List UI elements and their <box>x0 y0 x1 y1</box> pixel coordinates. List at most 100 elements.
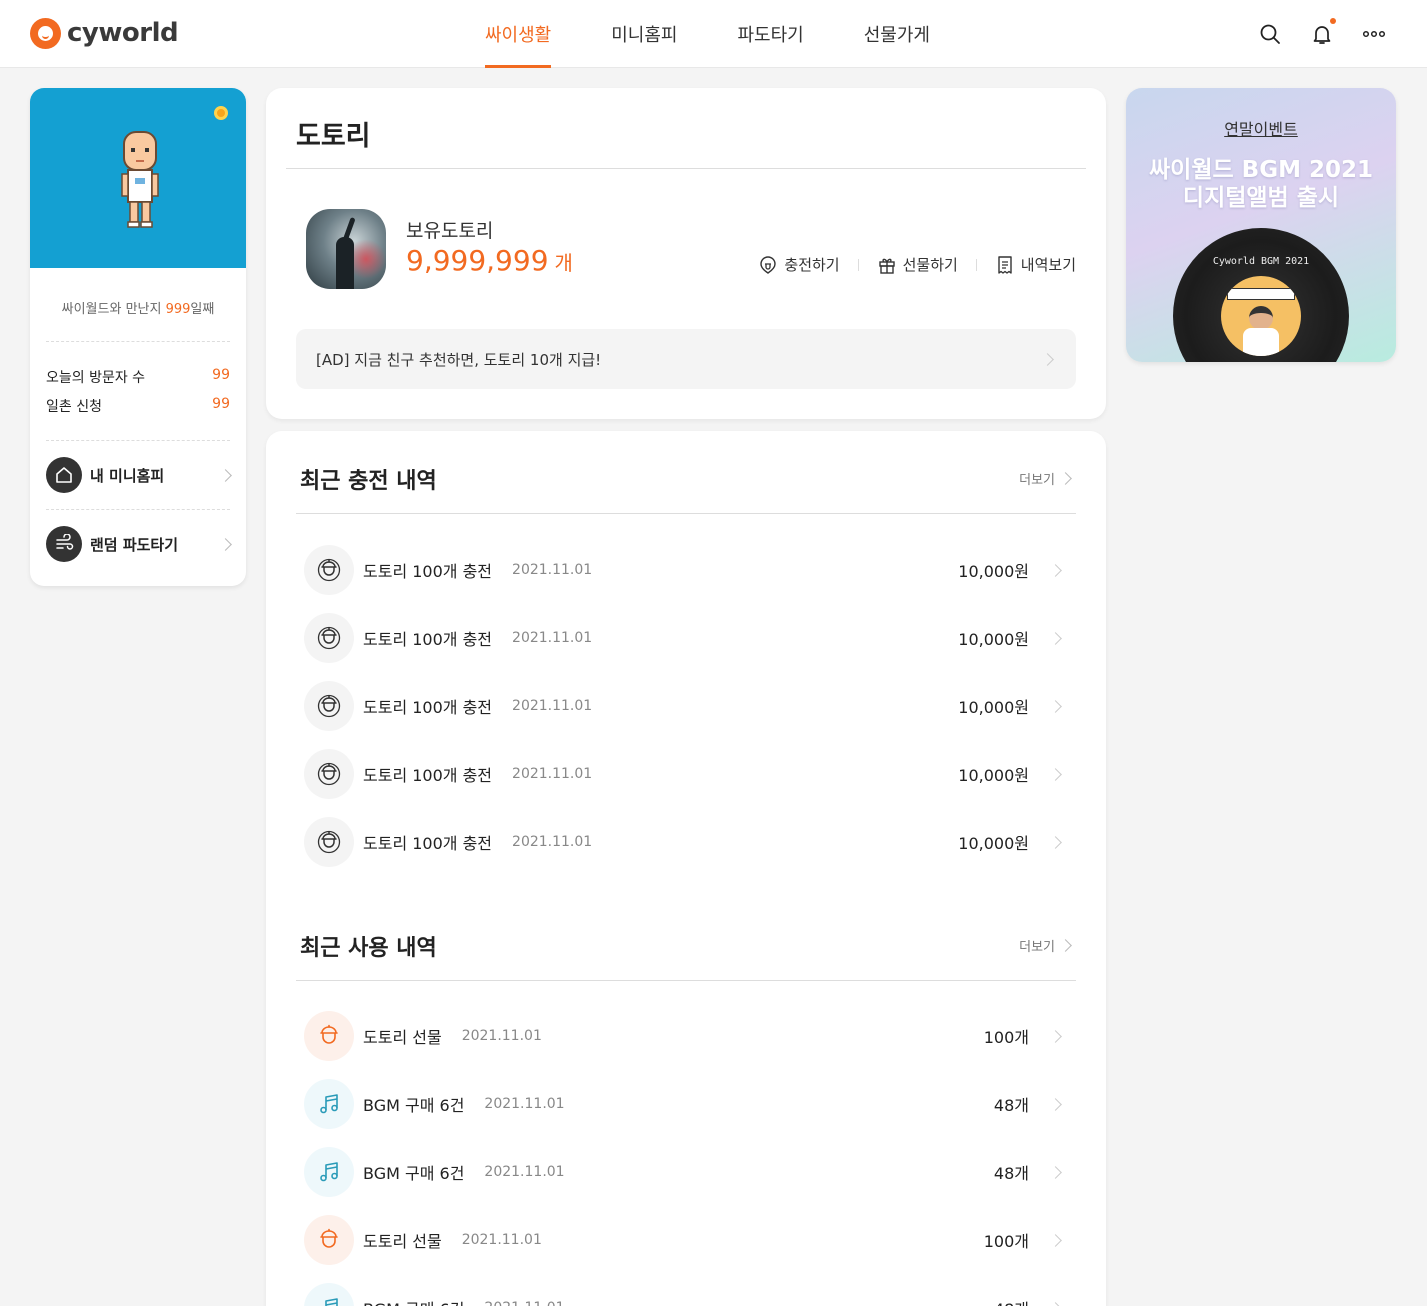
vinyl-record-icon: Cyworld BGM 2021 <box>1173 228 1349 362</box>
history-button[interactable]: 내역보기 <box>995 254 1076 275</box>
stat-ilchon-requests[interactable]: 일촌 신청 99 <box>46 396 230 416</box>
charge-history-row[interactable]: 도토리 100개 충전 2021.11.01 10,000원 <box>304 749 1066 799</box>
days-since-join: 싸이월드와 만난지 999일째 <box>61 302 215 317</box>
profile-thumbnail <box>306 209 386 289</box>
year-end-event-banner[interactable]: 연말이벤트 싸이월드 BGM 2021 디지털앨범 출시 Cyworld BGM … <box>1126 88 1396 362</box>
nav-item-giftshop[interactable]: 선물가게 <box>864 0 930 68</box>
divider <box>296 513 1076 514</box>
history-card: 최근 충전 내역 더보기 도토리 100개 충전 2021.11.01 10,000… <box>266 431 1106 1306</box>
gift-button[interactable]: 선물하기 <box>877 254 958 275</box>
charge-history-row[interactable]: 도토리 100개 충전 2021.11.01 10,000원 <box>304 545 1066 595</box>
row-date: 2021.11.01 <box>512 766 593 782</box>
music-icon <box>304 1283 354 1306</box>
divider <box>46 509 230 510</box>
usage-history-row[interactable]: BGM 구매 6건 2021.11.01 48개 <box>304 1147 1066 1197</box>
acorn-coin-icon <box>304 545 354 595</box>
bell-icon[interactable] <box>1310 18 1336 46</box>
acorn-actions: 충전하기 선물하기 내역보기 <box>758 254 1076 275</box>
usage-history-title: 최근 사용 내역 <box>300 936 437 961</box>
acorn-icon <box>304 1215 354 1265</box>
row-title: BGM 구매 6건 <box>363 1096 465 1115</box>
chevron-right-icon <box>1059 472 1072 485</box>
banner-label: 연말이벤트 <box>1224 120 1298 139</box>
acorn-icon <box>304 1011 354 1061</box>
chevron-right-icon <box>219 468 232 482</box>
cyworld-logo[interactable]: cyworld <box>30 17 179 49</box>
stat-value: 99 <box>212 367 230 383</box>
chevron-right-icon <box>1049 835 1062 849</box>
chevron-right-icon <box>1041 353 1054 366</box>
profile-room <box>30 88 246 268</box>
main-nav: 싸이생활 미니홈피 파도타기 선물가게 <box>485 0 990 68</box>
my-minihompy-link[interactable]: 내 미니홈피 <box>46 457 232 493</box>
wave-icon <box>46 526 82 562</box>
charge-history-more-link[interactable]: 더보기 <box>1019 469 1072 488</box>
row-title: BGM 구매 6건 <box>363 1296 464 1306</box>
usage-history-row[interactable]: BGM 구매 6건 2021.11.01 48개 <box>304 1079 1066 1129</box>
search-icon[interactable] <box>1258 22 1282 46</box>
home-icon <box>46 457 82 493</box>
usage-history-row[interactable]: 도토리 선물 2021.11.01 100개 <box>304 1215 1066 1265</box>
row-title: 도토리 100개 충전 <box>363 698 493 717</box>
quick-link-label: 랜덤 파도타기 <box>90 535 179 554</box>
divider <box>46 440 230 441</box>
charge-button[interactable]: 충전하기 <box>758 254 840 275</box>
charge-history-title: 최근 충전 내역 <box>300 469 437 494</box>
stat-value: 99 <box>212 396 230 412</box>
acorn-coin-icon <box>304 749 354 799</box>
ad-text: [AD] 지금 친구 추천하면, 도토리 10개 지급! <box>316 351 602 369</box>
stat-label: 일촌 신청 <box>46 399 102 415</box>
row-title: 도토리 선물 <box>363 1028 442 1047</box>
row-title: 도토리 100개 충전 <box>363 562 493 581</box>
nav-item-minihompy[interactable]: 미니홈피 <box>611 0 677 68</box>
charge-history-row[interactable]: 도토리 100개 충전 2021.11.01 10,000원 <box>304 613 1066 663</box>
row-amount: 100개 <box>983 1028 1029 1047</box>
row-date: 2021.11.01 <box>512 630 593 646</box>
row-date: 2021.11.01 <box>484 1300 564 1306</box>
chevron-right-icon <box>1049 1029 1062 1043</box>
nav-item-surfing[interactable]: 파도타기 <box>738 0 804 68</box>
row-amount: 48개 <box>994 1296 1029 1306</box>
charge-history-row[interactable]: 도토리 100개 충전 2021.11.01 10,000원 <box>304 681 1066 731</box>
more-icon[interactable] <box>1362 22 1386 46</box>
row-amount: 10,000원 <box>958 766 1029 785</box>
profile-card: 싸이월드와 만난지 999일째 오늘의 방문자 수 99 일촌 신청 99 내 … <box>30 88 246 586</box>
page-title: 도토리 <box>296 121 371 152</box>
chevron-right-icon <box>1049 1233 1062 1247</box>
chevron-right-icon <box>1049 563 1062 577</box>
row-amount: 100개 <box>983 1232 1029 1251</box>
row-amount: 10,000원 <box>958 834 1029 853</box>
music-icon <box>304 1079 354 1129</box>
nav-item-cylife[interactable]: 싸이생활 <box>485 0 552 68</box>
row-date: 2021.11.01 <box>484 1096 565 1112</box>
owned-acorn-value: 9,999,999 개 <box>406 244 573 277</box>
row-date: 2021.11.01 <box>512 698 593 714</box>
row-title: 도토리 100개 충전 <box>363 766 493 785</box>
divider <box>46 341 230 342</box>
row-date: 2021.11.01 <box>484 1164 565 1180</box>
stat-label: 오늘의 방문자 수 <box>46 370 146 386</box>
row-title: BGM 구매 6건 <box>363 1164 465 1183</box>
ad-banner[interactable]: [AD] 지금 친구 추천하면, 도토리 10개 지급! <box>296 329 1076 389</box>
row-date: 2021.11.01 <box>512 834 593 850</box>
sun-icon <box>214 106 228 120</box>
row-title: 도토리 100개 충전 <box>363 630 493 649</box>
gift-icon <box>878 258 895 274</box>
row-date: 2021.11.01 <box>461 1232 542 1248</box>
row-title: 도토리 100개 충전 <box>363 834 493 853</box>
chevron-right-icon <box>1059 939 1072 952</box>
random-surfing-link[interactable]: 랜덤 파도타기 <box>46 526 232 562</box>
quick-link-label: 내 미니홈피 <box>90 466 165 485</box>
usage-history-row[interactable]: 도토리 선물 2021.11.01 100개 <box>304 1011 1066 1061</box>
usage-history-more-link[interactable]: 더보기 <box>1019 936 1072 955</box>
usage-history-row[interactable]: BGM 구매 6건 2021.11.01 48개 <box>304 1283 1066 1306</box>
row-amount: 10,000원 <box>958 630 1029 649</box>
row-title: 도토리 선물 <box>363 1232 442 1251</box>
chevron-right-icon <box>219 537 232 551</box>
acorn-summary-card: 도토리 보유도토리 9,999,999 개 충전하기 선물하기 내역보기 [AD]… <box>266 88 1106 419</box>
charge-history-row[interactable]: 도토리 100개 충전 2021.11.01 10,000원 <box>304 817 1066 867</box>
logo-text: cyworld <box>67 18 179 48</box>
owned-acorn-label: 보유도토리 <box>406 220 494 242</box>
music-icon <box>304 1147 354 1197</box>
charge-icon <box>760 255 777 274</box>
